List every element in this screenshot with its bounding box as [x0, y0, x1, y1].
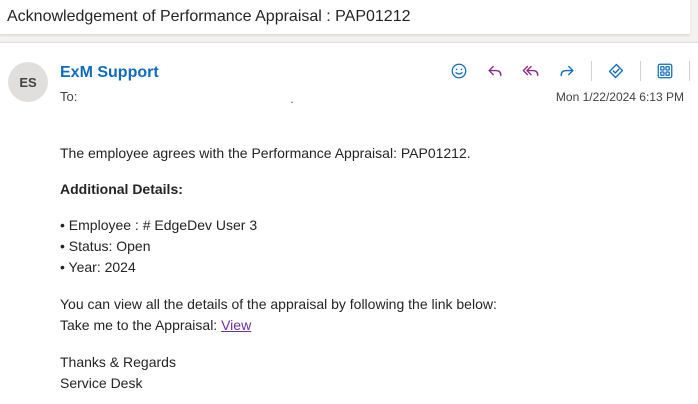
appraisal-link-row: Take me to the Appraisal: View	[60, 315, 670, 336]
reply-all-button[interactable]	[519, 59, 543, 83]
detail-item-status: • Status: Open	[60, 238, 151, 254]
subject-bar: Acknowledgement of Performance Appraisal…	[0, 0, 690, 35]
sender-avatar[interactable]: ES	[8, 62, 48, 102]
to-recipient[interactable]: .	[85, 90, 295, 106]
apps-button[interactable]	[653, 59, 677, 83]
emoji-button[interactable]	[447, 59, 471, 83]
reading-pane: ES ExM Support To: . Mon 1/22/2024 6:13 …	[0, 42, 698, 404]
detail-item-year: • Year: 2024	[60, 259, 136, 275]
tag-button[interactable]	[604, 59, 628, 83]
timestamp: Mon 1/22/2024 6:13 PM	[555, 90, 684, 104]
forward-button[interactable]	[555, 59, 579, 83]
avatar-initials: ES	[19, 74, 37, 90]
email-subject: Acknowledgement of Performance Appraisal…	[7, 8, 411, 25]
detail-item-employee: • Employee : # EdgeDev User 3	[60, 217, 258, 233]
forward-icon	[560, 65, 574, 77]
details-list: • Employee : # EdgeDev User 3 • Status: …	[60, 215, 670, 278]
reply-all-icon	[522, 65, 539, 77]
reply-icon	[488, 65, 502, 77]
to-row: To: .	[60, 89, 295, 106]
apps-icon	[657, 63, 673, 79]
signature-text: Service Desk	[60, 375, 143, 391]
closing-text: Thanks & Regards	[60, 354, 176, 370]
to-label: To:	[60, 89, 78, 104]
view-instruction: You can view all the details of the appr…	[60, 296, 497, 312]
actions-divider	[591, 61, 592, 81]
emoji-icon	[451, 63, 467, 79]
message-body: The employee agrees with the Performance…	[60, 143, 670, 394]
tag-icon	[608, 63, 624, 79]
link-prefix: Take me to the Appraisal:	[60, 317, 222, 333]
actions-divider	[640, 61, 641, 81]
intro-text: The employee agrees with the Performance…	[60, 145, 471, 161]
sender-name[interactable]: ExM Support	[60, 64, 159, 82]
recipient-text: .	[290, 91, 294, 106]
reply-button[interactable]	[483, 59, 507, 83]
details-heading: Additional Details:	[60, 181, 183, 197]
actions-divider	[689, 61, 690, 81]
message-actions	[447, 59, 698, 83]
view-link[interactable]: View	[221, 317, 251, 333]
